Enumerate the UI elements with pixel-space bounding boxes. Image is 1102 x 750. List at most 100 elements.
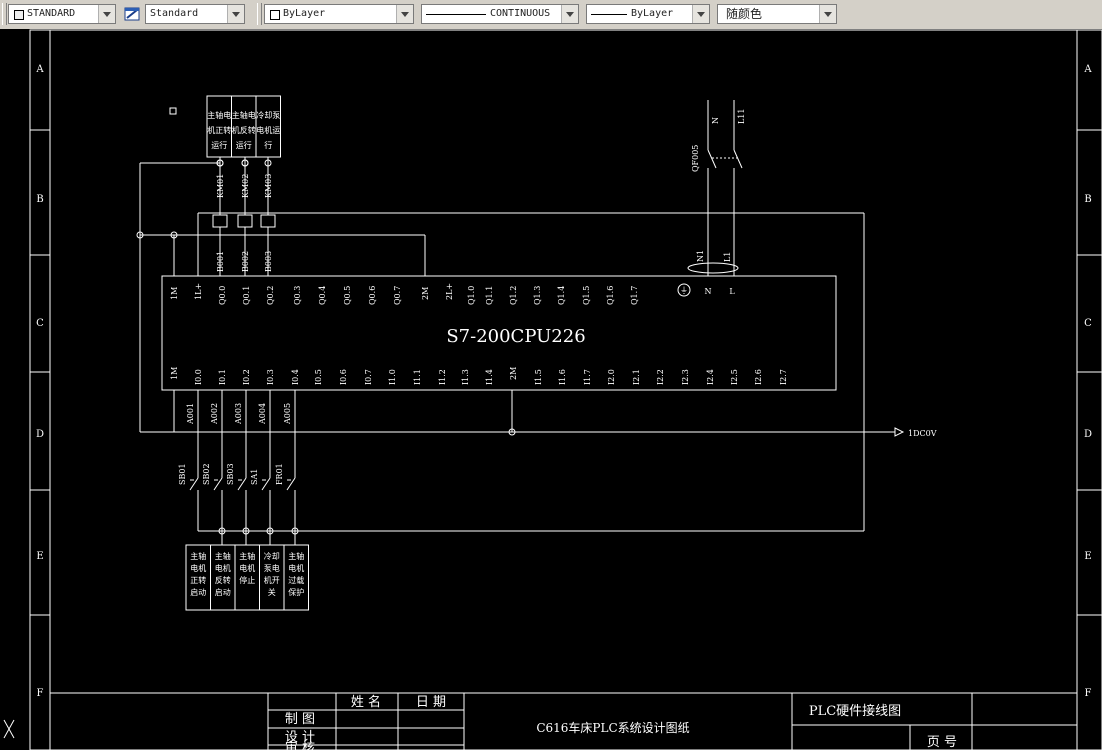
n1-label: N1	[696, 250, 705, 262]
plc-input-terminal: I2.7	[779, 369, 788, 385]
name-header: 姓 名	[351, 694, 381, 710]
plc-input-terminal: I1.6	[558, 369, 567, 385]
l1-label: L1	[723, 252, 732, 262]
switch-label: SB03	[226, 463, 235, 485]
input-label-line: 电机	[288, 563, 304, 573]
plc-output-terminal: 2M	[421, 287, 430, 300]
chevron-down-icon[interactable]	[561, 5, 578, 23]
grid-row-label: C	[36, 318, 44, 329]
grid-row-label: A	[1083, 64, 1092, 75]
lineweight-dropdown[interactable]: ByLayer	[586, 4, 710, 24]
linetype-value: CONTINUOUS	[490, 8, 551, 19]
plc-output-terminal: Q0.2	[266, 286, 275, 305]
grid-row-label: E	[1084, 551, 1091, 562]
output-label-line: 机正转	[207, 125, 231, 135]
input-label-line: 主轴	[215, 551, 231, 561]
input-label-line: 冷却	[264, 551, 280, 561]
plc-output-terminal: Q0.3	[293, 286, 302, 305]
input-label-line: 过载	[288, 575, 304, 585]
plc-input-terminal: I1.5	[534, 369, 543, 385]
text-style-icon	[14, 10, 24, 20]
input-label-line: 反转	[215, 575, 231, 585]
input-label-line: 电机	[239, 563, 255, 573]
properties-toolbar: STANDARD Standard ByLayer CONTINUOUS ByL…	[0, 0, 1102, 30]
plc-output-terminal: Q1.5	[582, 286, 591, 305]
plc-input-terminal: I2.3	[681, 369, 690, 385]
output-label-line: 机反转	[232, 125, 256, 135]
grid-row-label: A	[35, 64, 44, 75]
input-label-line: 泵电	[264, 563, 280, 573]
plc-output-terminal: N	[705, 287, 712, 296]
row-review: 审 核	[285, 741, 315, 750]
output-wire-label: B001	[216, 251, 225, 272]
toolbar-grip[interactable]	[257, 3, 262, 25]
date-header: 日 期	[416, 695, 446, 710]
grid-row-label: C	[1084, 318, 1092, 329]
drawing-canvas[interactable]: A AB BC CD DE EF F 主轴电机正转运行主轴电机反转运行冷却泵电机运行	[0, 29, 1102, 750]
neutral-label: N	[711, 117, 720, 124]
plc-input-terminal: I1.4	[485, 369, 494, 385]
plc-output-terminal: Q1.3	[533, 286, 542, 305]
output-label-line: 冷却泵	[256, 110, 280, 120]
input-wire-label: A001	[186, 403, 195, 425]
color-dropdown[interactable]: 随颜色	[717, 4, 837, 24]
output-label-line: 运行	[236, 140, 252, 150]
input-wire-label: A004	[258, 403, 267, 425]
input-label-line: 电机	[190, 563, 206, 573]
lineweight-value: ByLayer	[631, 8, 674, 19]
grid-row-label: D	[1084, 429, 1092, 440]
row-draw: 制 图	[285, 712, 315, 727]
chevron-down-icon[interactable]	[692, 5, 709, 23]
input-label-line: 停止	[239, 575, 255, 585]
input-label-line: 正转	[190, 575, 206, 585]
input-label-line: 主轴	[190, 551, 206, 561]
linetype-preview-icon	[426, 14, 486, 15]
text-style-dropdown[interactable]: STANDARD	[8, 4, 116, 24]
plc-output-terminal: Q1.0	[467, 286, 476, 305]
grid-row-label: F	[37, 688, 44, 699]
switch-label: SA1	[250, 469, 259, 485]
plc-output-terminal: Q1.6	[606, 286, 615, 305]
project-title: C616车床PLC系统设计图纸	[536, 720, 689, 735]
chevron-down-icon[interactable]	[396, 5, 413, 23]
plc-input-terminal: I0.7	[364, 369, 373, 385]
page-number-label: 页 号	[927, 735, 957, 750]
grid-row-label: E	[36, 551, 43, 562]
output-wire-label: B003	[264, 251, 273, 272]
coil-label: KM03	[264, 174, 273, 198]
layer-dropdown[interactable]: ByLayer	[264, 4, 414, 24]
plc-output-terminal: Q0.4	[318, 286, 327, 305]
toolbar-grip[interactable]	[2, 3, 7, 25]
coil-label: KM02	[241, 174, 250, 198]
plc-input-terminal: I0.2	[242, 369, 251, 385]
plc-model: S7-200CPU226	[446, 326, 585, 347]
plc-output-terminal: Q0.6	[368, 286, 377, 305]
linetype-dropdown[interactable]: CONTINUOUS	[421, 4, 579, 24]
input-label-line: 主轴	[288, 551, 304, 561]
plc-input-terminal: I0.3	[266, 369, 275, 385]
plc-input-terminal: I1.7	[583, 369, 592, 385]
output-label-line: 主轴电	[232, 110, 256, 120]
plc-input-terminal: I2.2	[656, 369, 665, 385]
ground-terminal: ⏚	[680, 286, 688, 295]
switch-label: SB01	[178, 463, 187, 485]
plc-output-terminal: Q0.1	[242, 286, 251, 305]
breaker-label: QF005	[691, 145, 700, 172]
dim-style-icon[interactable]	[124, 5, 142, 23]
output-label-line: 运行	[211, 140, 227, 150]
output-label-line: 行	[264, 140, 272, 150]
dim-style-dropdown[interactable]: Standard	[145, 4, 245, 24]
plc-input-terminal: I0.5	[314, 369, 323, 385]
plc-input-terminal: I0.6	[339, 369, 348, 385]
plc-output-terminal: Q0.5	[343, 286, 352, 305]
switch-label: SB02	[202, 463, 211, 485]
plc-output-terminal: Q1.1	[485, 286, 494, 305]
chevron-down-icon[interactable]	[227, 5, 244, 23]
input-wire-label: A005	[283, 403, 292, 425]
grid-row-label: F	[1085, 688, 1092, 699]
input-label-line: 关	[268, 587, 276, 597]
chevron-down-icon[interactable]	[819, 5, 836, 23]
dim-style-value: Standard	[150, 8, 199, 19]
plc-input-terminal: I1.3	[461, 369, 470, 385]
chevron-down-icon[interactable]	[98, 5, 115, 23]
